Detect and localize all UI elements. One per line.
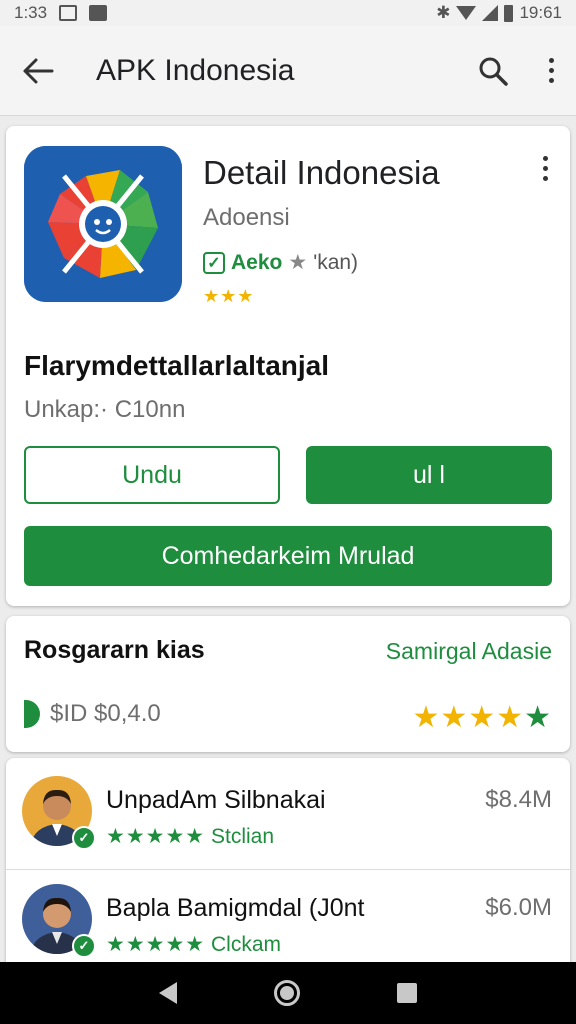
list-item-name: UnpadAm Silbnakai: [106, 786, 326, 814]
list-item-price: $8.4M: [485, 786, 552, 813]
rating-card: Rosgararn kias Samirgal Adasie $ID $0,4.…: [6, 616, 570, 752]
developer-name[interactable]: Adoensi: [203, 204, 290, 232]
price-text: $ID $0,4.0: [50, 700, 161, 727]
app-rating-stars: ★★★: [203, 286, 255, 306]
verified-note: 'kan): [313, 250, 359, 274]
primary-action-button[interactable]: Comhedarkeim Mrulad: [24, 526, 552, 586]
app-bar: APK Indonesia: [0, 26, 576, 116]
price-row: $ID $0,4.0: [24, 700, 161, 728]
card-more-icon[interactable]: [543, 156, 548, 181]
nav-home-icon[interactable]: [273, 980, 300, 1006]
battery-icon: [504, 4, 514, 22]
nav-recents-icon[interactable]: [397, 983, 418, 1003]
nav-back-icon[interactable]: [158, 982, 177, 1004]
avatar: ✓: [22, 884, 96, 958]
back-arrow-icon[interactable]: [22, 57, 54, 85]
status-time: 1:33: [14, 3, 48, 22]
list-item-label: Stclian: [210, 825, 275, 848]
app-subline: Unkap:· C10nn: [24, 396, 186, 423]
list-item-label: Clckam: [210, 933, 281, 956]
photo-icon: [89, 5, 108, 21]
system-nav-bar: [0, 962, 576, 1024]
rating-title: Rosgararn kias: [24, 636, 205, 664]
list-item-stars: ★★★★★: [106, 933, 206, 956]
app-name: Detail Indonesia: [203, 154, 440, 191]
wifi-icon: [456, 6, 477, 20]
list-item-price: $6.0M: [485, 894, 552, 921]
list-item-name: Bapla Bamigmdal (J0nt: [106, 894, 365, 922]
page-title: APK Indonesia: [96, 53, 295, 87]
verified-label: Aeko: [231, 250, 283, 274]
rating-stars-filled: ★★★★: [412, 701, 525, 734]
app-icon[interactable]: [24, 146, 182, 302]
status-bar: 1:33 ✱ 19:61: [0, 0, 576, 26]
status-clock: 19:61: [519, 3, 562, 22]
app-headline: Flarymdettallarlaltanjal: [24, 350, 330, 381]
signal-icon: [482, 5, 499, 21]
install-button[interactable]: ul l: [306, 446, 552, 504]
list-item-stars: ★★★★★: [106, 825, 206, 848]
list-item-rating: ★★★★★ Clckam: [106, 932, 281, 957]
search-icon[interactable]: [477, 55, 509, 87]
rating-stars: ★★★★★: [413, 700, 552, 735]
price-indicator-icon: [24, 700, 40, 728]
download-outline-button[interactable]: Undu: [24, 446, 280, 504]
more-vert-icon[interactable]: [549, 58, 554, 83]
list-item[interactable]: ✓ UnpadAm Silbnakai ★★★★★ Stclian $8.4M: [6, 766, 570, 870]
verified-check-icon: ✓: [203, 251, 225, 274]
app-detail-card: Detail Indonesia Adoensi ✓ Aeko ★ 'kan) …: [6, 126, 570, 606]
rating-link[interactable]: Samirgal Adasie: [386, 638, 552, 665]
verified-badge-icon: ✓: [72, 934, 96, 958]
bluetooth-icon: ✱: [436, 3, 451, 22]
image-icon: [59, 5, 78, 21]
star-icon: ★: [288, 251, 308, 274]
verified-row: ✓ Aeko ★ 'kan): [203, 250, 358, 275]
list-item-rating: ★★★★★ Stclian: [106, 824, 274, 849]
verified-badge-icon: ✓: [72, 826, 96, 850]
rating-star-accent: ★: [524, 701, 552, 734]
developer-list-card: ✓ UnpadAm Silbnakai ★★★★★ Stclian $8.4M …: [6, 758, 570, 972]
avatar: ✓: [22, 776, 96, 850]
